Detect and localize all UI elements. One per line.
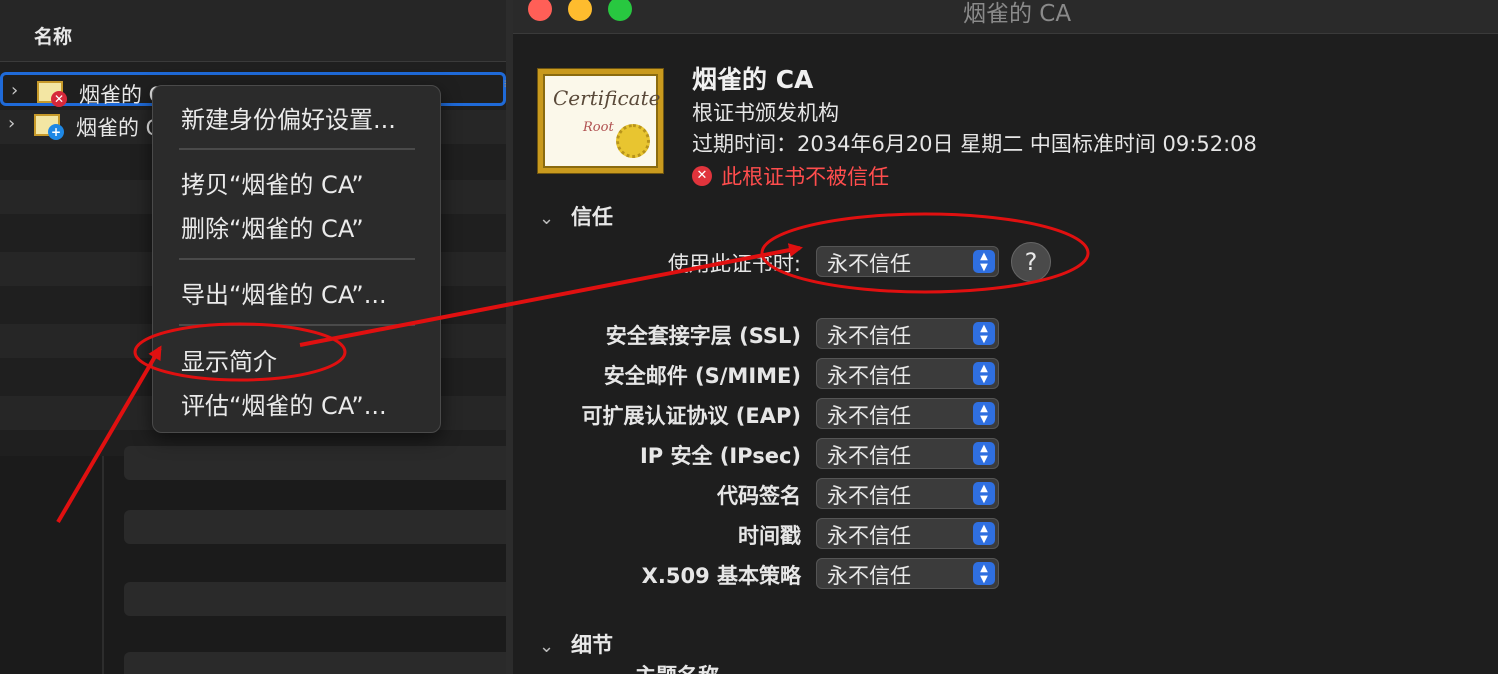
chevron-down-icon[interactable]: ⌄	[539, 208, 571, 229]
column-header-name[interactable]: 名称	[34, 22, 72, 49]
use-certificate-label: 使用此证书时:	[667, 252, 801, 276]
zoom-window-button[interactable]	[608, 0, 632, 21]
seal-icon	[616, 124, 650, 158]
trust-section-label: 信任	[571, 205, 613, 229]
context-menu: 新建身份偏好设置... 拷贝“烟雀的 CA” 删除“烟雀的 CA” 导出“烟雀的…	[152, 85, 441, 433]
chevron-right-icon[interactable]: ›	[11, 80, 18, 101]
popup-stepper-icon: ▲ ▼	[973, 362, 995, 385]
popup-stepper-icon: ▲ ▼	[973, 522, 995, 545]
certificate-expiry: 过期时间：2034年6月20日 星期二 中国标准时间 09:52:08	[692, 132, 1257, 156]
popup-value: 永不信任	[827, 364, 911, 388]
menu-item-get-info[interactable]: 显示简介	[181, 342, 277, 377]
chevron-right-icon[interactable]: ›	[8, 113, 15, 134]
policy-popup-ipsec[interactable]: 永不信任 ▲ ▼	[816, 438, 999, 469]
placeholder-row	[124, 446, 512, 480]
policy-label-x509: X.509 基本策略	[641, 564, 801, 588]
popup-stepper-icon: ▲ ▼	[973, 562, 995, 585]
certificate-large-icon: Certificate Root	[537, 68, 664, 174]
menu-item-copy[interactable]: 拷贝“烟雀的 CA”	[181, 165, 364, 200]
popup-value: 永不信任	[827, 404, 911, 428]
trust-status-text: 此根证书不被信任	[721, 165, 890, 189]
certificate-name: 烟雀的 CA	[692, 65, 814, 94]
popup-stepper-icon: ▲ ▼	[973, 250, 995, 273]
plus-badge-icon: +	[48, 124, 64, 140]
use-certificate-popup[interactable]: 永不信任 ▲ ▼	[816, 246, 999, 277]
placeholder-row	[124, 582, 512, 616]
policy-label-timestamp: 时间戳	[738, 524, 801, 548]
popup-value: 永不信任	[827, 524, 911, 548]
menu-item-delete[interactable]: 删除“烟雀的 CA”	[181, 209, 364, 244]
trust-status: ✕ 此根证书不被信任	[692, 161, 889, 191]
policy-popup-x509[interactable]: 永不信任 ▲ ▼	[816, 558, 999, 589]
popup-value: 永不信任	[827, 484, 911, 508]
policy-popup-code-signing[interactable]: 永不信任 ▲ ▼	[816, 478, 999, 509]
window-title: 烟雀的 CA	[963, 1, 1072, 27]
error-x-icon: ✕	[692, 166, 712, 186]
menu-separator	[179, 258, 415, 260]
policy-popup-ssl[interactable]: 永不信任 ▲ ▼	[816, 318, 999, 349]
policy-label-ipsec: IP 安全 (IPsec)	[639, 444, 801, 468]
chevron-down-icon[interactable]: ⌄	[539, 636, 571, 657]
close-window-button[interactable]	[528, 0, 552, 21]
details-section-header[interactable]: ⌄ 细节	[539, 629, 613, 659]
certificate-image-root-text: Root	[583, 120, 614, 135]
popup-value: 永不信任	[827, 444, 911, 468]
popup-stepper-icon: ▲ ▼	[973, 402, 995, 425]
policy-popup-smime[interactable]: 永不信任 ▲ ▼	[816, 358, 999, 389]
details-section-label: 细节	[571, 633, 613, 657]
popup-stepper-icon: ▲ ▼	[973, 482, 995, 505]
popup-stepper-icon: ▲ ▼	[973, 442, 995, 465]
policy-popup-eap[interactable]: 永不信任 ▲ ▼	[816, 398, 999, 429]
policy-label-smime: 安全邮件 (S/MIME)	[603, 364, 801, 388]
menu-separator	[179, 324, 415, 326]
title-bar: 烟雀的 CA	[513, 0, 1498, 34]
popup-stepper-icon: ▲ ▼	[973, 322, 995, 345]
menu-item-export[interactable]: 导出“烟雀的 CA”...	[181, 275, 387, 310]
certificate-icon: +	[34, 114, 64, 140]
popup-value: 永不信任	[827, 252, 911, 276]
placeholder-row	[124, 652, 512, 674]
pane-splitter[interactable]	[506, 0, 513, 674]
menu-separator	[179, 148, 415, 150]
certificate-image-text: Certificate	[553, 86, 661, 110]
subject-name-label: 主题名称	[635, 660, 719, 674]
policy-label-ssl: 安全套接字层 (SSL)	[605, 324, 801, 348]
minimize-window-button[interactable]	[568, 0, 592, 21]
popup-value: 永不信任	[827, 324, 911, 348]
policy-label-code-signing: 代码签名	[717, 484, 801, 508]
menu-item-evaluate[interactable]: 评估“烟雀的 CA”...	[181, 386, 387, 421]
policy-label-eap: 可扩展认证协议 (EAP)	[581, 404, 802, 428]
lower-list-area	[0, 456, 512, 674]
list-header: 名称	[0, 0, 506, 62]
certificate-info-window: 烟雀的 CA Certificate Root 烟雀的 CA 根证书颁发机构 过…	[513, 0, 1498, 674]
lower-divider	[102, 456, 104, 674]
certificate-kind: 根证书颁发机构	[692, 101, 839, 125]
help-button[interactable]: ?	[1011, 242, 1051, 282]
certificate-icon: ✕	[37, 81, 67, 107]
trust-section-header[interactable]: ⌄ 信任	[539, 201, 613, 231]
untrusted-badge-icon: ✕	[51, 91, 67, 107]
menu-item-new-identity-preference[interactable]: 新建身份偏好设置...	[181, 100, 396, 135]
placeholder-row	[124, 510, 512, 544]
popup-value: 永不信任	[827, 564, 911, 588]
policy-popup-timestamp[interactable]: 永不信任 ▲ ▼	[816, 518, 999, 549]
